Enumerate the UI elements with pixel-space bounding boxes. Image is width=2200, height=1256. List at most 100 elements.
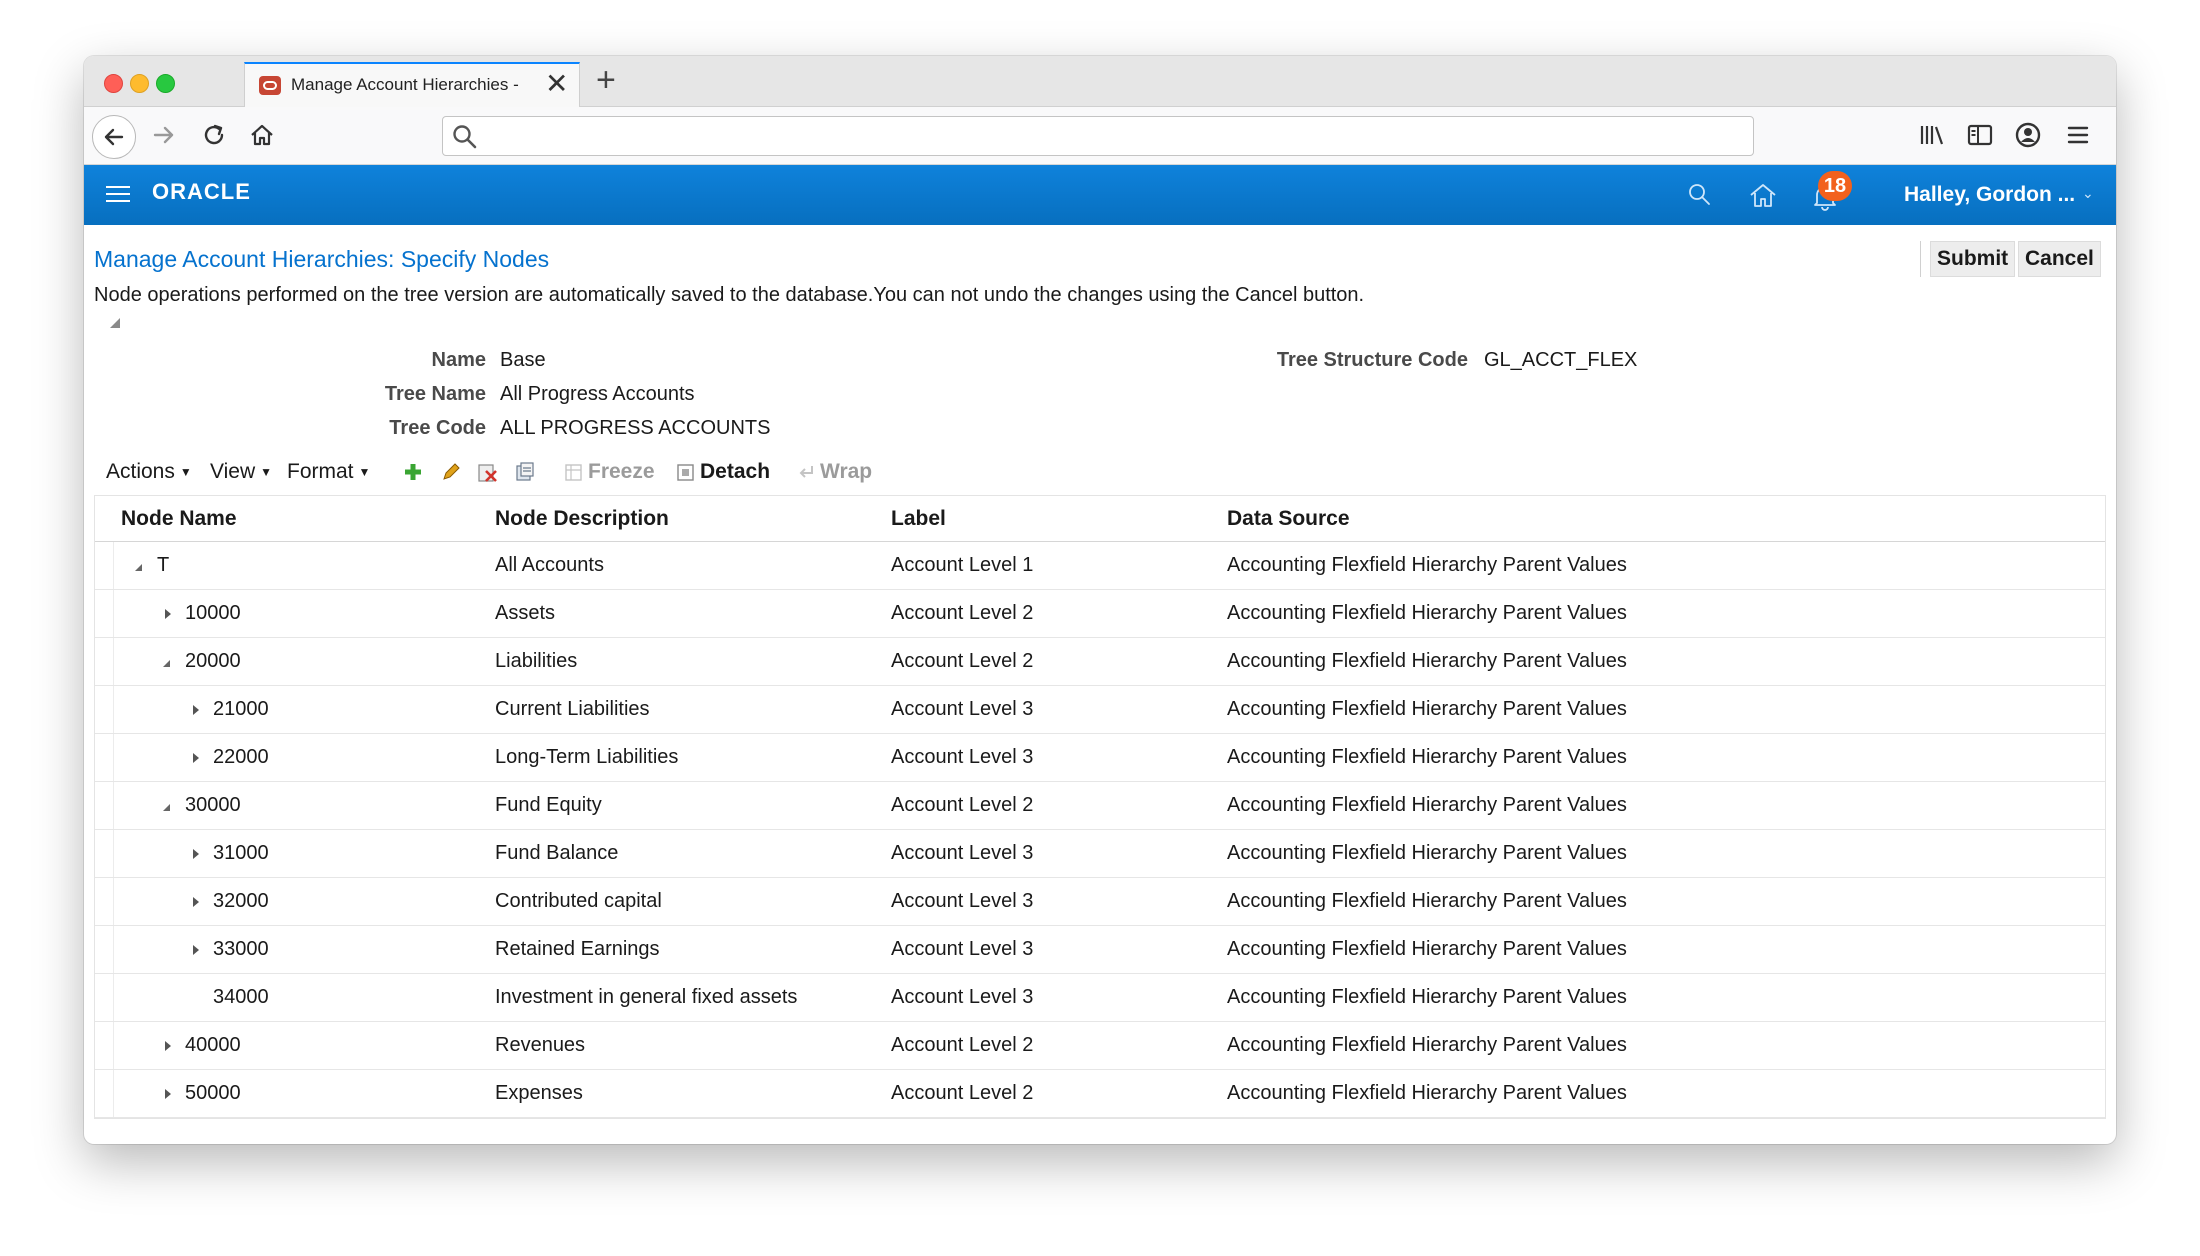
node-name-cell: 21000	[213, 698, 269, 720]
table-row[interactable]: 21000 Current Liabilities Account Level 3 A…	[95, 686, 2105, 734]
node-description-cell: Long-Term Liabilities	[495, 746, 679, 768]
chevron-down-icon[interactable]: ⌄	[2082, 185, 2094, 202]
collapse-node-icon[interactable]	[163, 804, 170, 811]
expand-node-icon[interactable]	[165, 1041, 171, 1051]
row-selector[interactable]	[95, 542, 114, 589]
row-selector[interactable]	[95, 782, 114, 829]
freeze-icon	[565, 464, 582, 481]
table-header: Node Name Node Description Label Data So…	[95, 496, 2105, 542]
add-icon[interactable]	[402, 461, 424, 483]
node-description-cell: Fund Balance	[495, 842, 619, 864]
name-value: Base	[500, 349, 546, 371]
submit-button[interactable]: Submit	[1930, 241, 2016, 277]
label-cell: Account Level 3	[891, 986, 1034, 1008]
node-name-cell: 22000	[213, 746, 269, 768]
row-selector[interactable]	[95, 686, 114, 733]
expand-node-icon[interactable]	[193, 849, 199, 859]
library-icon[interactable]	[1916, 119, 1948, 151]
node-name-cell: 20000	[185, 650, 241, 672]
node-name-cell: 31000	[213, 842, 269, 864]
row-selector[interactable]	[95, 926, 114, 973]
new-tab-button[interactable]: +	[596, 62, 616, 98]
reload-icon[interactable]	[198, 119, 230, 151]
row-selector[interactable]	[95, 830, 114, 877]
node-name-cell: 33000	[213, 938, 269, 960]
row-selector[interactable]	[95, 734, 114, 781]
arrow-left-icon	[104, 128, 124, 146]
table-row[interactable]: 10000 Assets Account Level 2 Accounting Fle…	[95, 590, 2105, 638]
browser-tab[interactable]: Manage Account Hierarchies - S ✕	[244, 62, 580, 107]
column-header-node-description[interactable]: Node Description	[495, 507, 669, 531]
home-icon[interactable]	[1748, 181, 1778, 209]
pencil-icon[interactable]	[440, 461, 462, 483]
export-icon[interactable]	[514, 461, 536, 483]
row-selector[interactable]	[95, 974, 114, 1021]
table-row[interactable]: 30000 Fund Equity Account Level 2 Accountin…	[95, 782, 2105, 830]
arrow-right-icon[interactable]	[148, 119, 180, 151]
table-row[interactable]: 32000 Contributed capital Account Level 3 A…	[95, 878, 2105, 926]
table-row[interactable]: 34000 Investment in general fixed assets A…	[95, 974, 2105, 1022]
collapse-section-icon[interactable]	[110, 318, 120, 328]
column-header-node-name[interactable]: Node Name	[121, 507, 237, 531]
data-source-cell: Accounting Flexfield Hierarchy Parent Va…	[1227, 938, 1627, 960]
expand-node-icon[interactable]	[165, 1089, 171, 1099]
tab-close-icon[interactable]: ✕	[545, 69, 568, 99]
sidebar-icon[interactable]	[1964, 119, 1996, 151]
format-menu[interactable]: Format ▼	[287, 460, 370, 484]
menu-icon[interactable]	[2062, 119, 2094, 151]
row-selector[interactable]	[95, 1022, 114, 1069]
node-description-cell: Expenses	[495, 1082, 583, 1104]
delete-icon[interactable]	[476, 461, 498, 483]
table-row[interactable]: 40000 Revenues Account Level 2 Accounting F…	[95, 1022, 2105, 1070]
table-row[interactable]: 50000 Expenses Account Level 2 Accounting F…	[95, 1070, 2105, 1118]
cancel-button[interactable]: Cancel	[2018, 241, 2101, 277]
table-row[interactable]: 20000 Liabilities Account Level 2 Accountin…	[95, 638, 2105, 686]
search-icon	[453, 125, 477, 149]
expand-node-icon[interactable]	[165, 609, 171, 619]
oracle-logo[interactable]: ORACLE	[152, 179, 251, 205]
tree-code-label: Tree Code	[389, 417, 486, 439]
actions-menu[interactable]: Actions ▼	[106, 460, 192, 484]
user-menu[interactable]: Halley, Gordon ...	[1904, 183, 2075, 207]
label-cell: Account Level 3	[891, 842, 1034, 864]
account-icon[interactable]	[2012, 119, 2044, 151]
view-menu[interactable]: View ▼	[210, 460, 272, 484]
expand-node-icon[interactable]	[193, 897, 199, 907]
column-header-label[interactable]: Label	[891, 507, 946, 531]
wrap-icon	[799, 466, 813, 478]
close-window-button[interactable]	[104, 74, 123, 93]
data-source-cell: Accounting Flexfield Hierarchy Parent Va…	[1227, 698, 1627, 720]
home-icon[interactable]	[246, 119, 278, 151]
row-selector[interactable]	[95, 1070, 114, 1117]
search-icon[interactable]	[1686, 181, 1714, 209]
table-row[interactable]: 33000 Retained Earnings Account Level 3 Acc…	[95, 926, 2105, 974]
minimize-window-button[interactable]	[130, 74, 149, 93]
table-row[interactable]: 31000 Fund Balance Account Level 3 Accounti…	[95, 830, 2105, 878]
expand-node-icon[interactable]	[193, 705, 199, 715]
info-message: Node operations performed on the tree ve…	[94, 284, 1365, 306]
collapse-node-icon[interactable]	[163, 660, 170, 667]
collapse-node-icon[interactable]	[135, 564, 142, 571]
page-title: Manage Account Hierarchies: Specify Node…	[94, 246, 550, 272]
column-header-data-source[interactable]: Data Source	[1227, 507, 1350, 531]
data-source-cell: Accounting Flexfield Hierarchy Parent Va…	[1227, 746, 1627, 768]
maximize-window-button[interactable]	[156, 74, 175, 93]
row-selector[interactable]	[95, 590, 114, 637]
table-row[interactable]: T All Accounts Account Level 1 Accounting F…	[95, 542, 2105, 590]
expand-node-icon[interactable]	[193, 945, 199, 955]
expand-node-icon[interactable]	[193, 753, 199, 763]
navigator-menu-icon[interactable]	[106, 186, 130, 203]
node-name-cell: 10000	[185, 602, 241, 624]
freeze-button: Freeze	[588, 460, 655, 483]
back-button[interactable]	[92, 115, 136, 159]
tree-code-value: ALL PROGRESS ACCOUNTS	[500, 417, 771, 439]
row-selector[interactable]	[95, 638, 114, 685]
detach-icon[interactable]	[676, 461, 696, 483]
detach-button[interactable]: Detach	[700, 460, 770, 484]
notification-badge[interactable]: 18	[1818, 171, 1852, 201]
table-row[interactable]: 22000 Long-Term Liabilities Account Level …	[95, 734, 2105, 782]
node-description-cell: All Accounts	[495, 554, 604, 576]
row-selector[interactable]	[95, 878, 114, 925]
app-header: ORACLE 18 Halley, Gordon ... ⌄	[84, 165, 2116, 225]
url-bar[interactable]	[442, 116, 1754, 156]
